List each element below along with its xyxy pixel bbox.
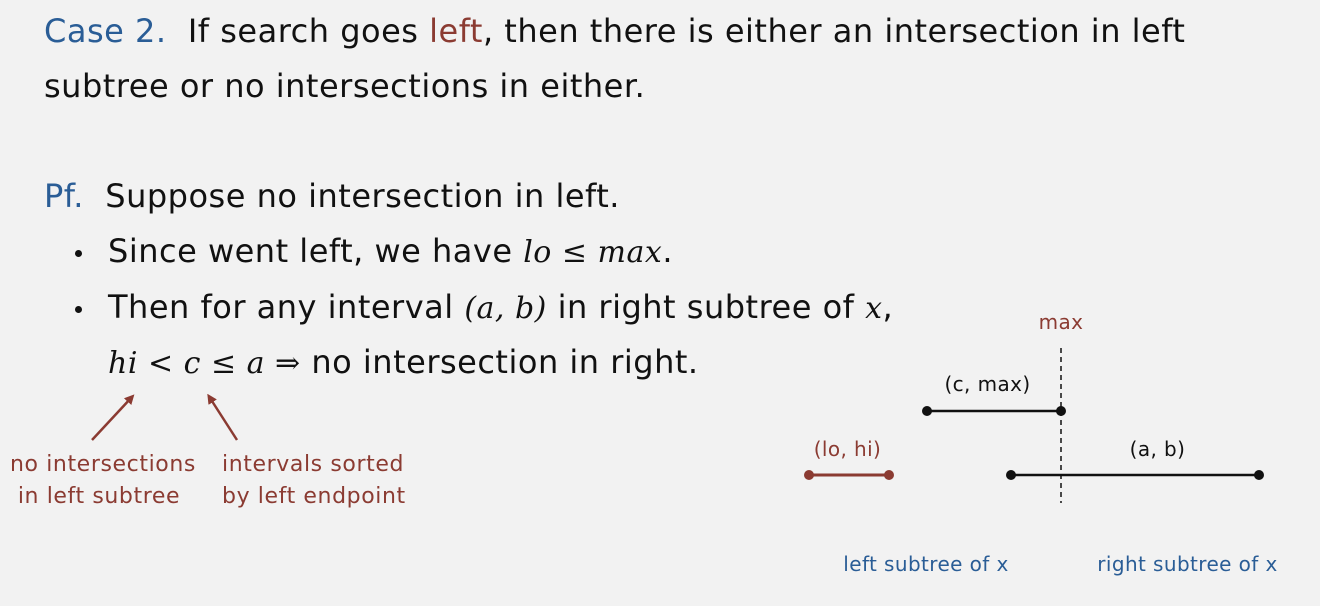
left-subtree-label: left subtree of x: [843, 552, 1009, 576]
hi-endpoint: [884, 470, 894, 480]
max-label: max: [1038, 310, 1084, 334]
arrow-to-c: [207, 393, 239, 441]
max-endpoint: [1056, 406, 1066, 416]
c-max-label: (c, max): [944, 372, 1031, 396]
c-endpoint: [922, 406, 932, 416]
interval-diagram: [91, 348, 1264, 503]
a-b-label: (a, b): [1129, 437, 1186, 461]
lo-endpoint: [804, 470, 814, 480]
right-subtree-label: right subtree of x: [1097, 552, 1278, 576]
lo-hi-label: (lo, hi): [813, 437, 882, 461]
a-endpoint: [1006, 470, 1016, 480]
b-endpoint: [1254, 470, 1264, 480]
arrow-to-hi: [91, 394, 135, 441]
